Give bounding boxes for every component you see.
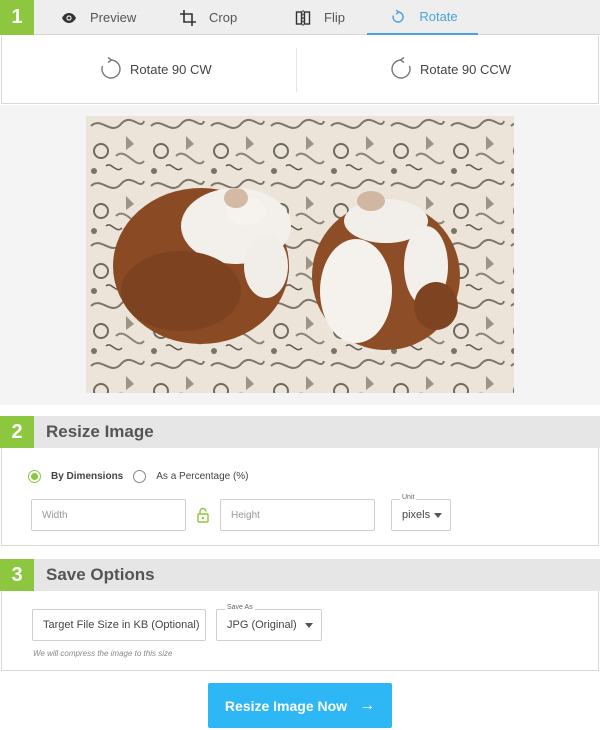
eye-icon xyxy=(58,7,80,29)
rotate-cw-button[interactable]: Rotate 90 CW xyxy=(98,56,212,82)
as-percentage-label: As a Percentage (%) xyxy=(156,471,249,482)
save-as-select[interactable]: Save As JPG (Original) xyxy=(216,604,322,641)
step-number-2: 2 xyxy=(0,416,34,448)
rotate-icon xyxy=(387,6,409,28)
unit-value: pixels xyxy=(402,509,431,521)
section-title: Resize Image xyxy=(46,422,154,441)
height-placeholder: Height xyxy=(231,509,260,521)
resize-section-body xyxy=(1,448,599,546)
rotate-panel: Rotate 90 CW Rotate 90 CCW xyxy=(1,36,599,104)
tab-label: Crop xyxy=(209,10,238,25)
divider xyxy=(296,48,297,92)
width-placeholder: Width xyxy=(42,509,68,521)
as-percentage-radio[interactable] xyxy=(133,470,147,483)
height-input[interactable]: Height xyxy=(220,499,375,531)
resize-image-now-button[interactable]: Resize Image Now → xyxy=(208,683,392,728)
tab-rotate[interactable]: Rotate xyxy=(367,0,478,35)
tab-label: Preview xyxy=(90,10,137,25)
by-dimensions-radio[interactable] xyxy=(28,470,41,483)
resize-section-header: 2 Resize Image xyxy=(0,416,600,448)
unit-select[interactable]: Unit pixels xyxy=(391,494,451,531)
save-as-value: JPG (Original) xyxy=(227,619,297,631)
edit-toolbar: 1 Preview Crop Flip Rotate xyxy=(0,0,600,35)
save-as-label: Save As xyxy=(225,604,255,611)
rotate-ccw-icon xyxy=(391,56,411,79)
compress-hint: We will compress the image to this size xyxy=(33,649,173,658)
target-file-size-input[interactable]: Target File Size in KB (Optional) xyxy=(32,609,206,641)
step-number-1: 1 xyxy=(0,0,34,35)
tab-preview[interactable]: Preview xyxy=(58,0,168,35)
target-file-size-placeholder: Target File Size in KB (Optional) xyxy=(43,619,200,631)
preview-image xyxy=(86,116,514,393)
tab-label: Rotate xyxy=(419,9,458,24)
chevron-down-icon xyxy=(434,513,442,518)
rotate-ccw-button[interactable]: Rotate 90 CCW xyxy=(388,56,511,82)
rotate-ccw-label: Rotate 90 CCW xyxy=(420,61,512,77)
arrow-right-icon: → xyxy=(359,696,376,714)
by-dimensions-label: By Dimensions xyxy=(51,471,124,482)
resize-mode-options: By Dimensions As a Percentage (%) xyxy=(28,470,259,483)
rotate-cw-icon xyxy=(101,56,121,79)
unit-label: Unit xyxy=(400,494,417,501)
save-section-header: 3 Save Options xyxy=(0,559,600,591)
cta-label: Resize Image Now xyxy=(224,697,348,714)
crop-icon xyxy=(177,7,199,29)
tab-label: Flip xyxy=(324,10,345,25)
rotate-cw-label: Rotate 90 CW xyxy=(130,61,212,77)
width-input[interactable]: Width xyxy=(31,499,186,531)
flip-icon xyxy=(292,7,314,29)
tab-crop[interactable]: Crop xyxy=(177,0,287,35)
section-title: Save Options xyxy=(46,565,155,584)
step-number-3: 3 xyxy=(0,559,34,591)
chevron-down-icon xyxy=(305,623,313,628)
lock-aspect-icon[interactable] xyxy=(196,507,210,523)
